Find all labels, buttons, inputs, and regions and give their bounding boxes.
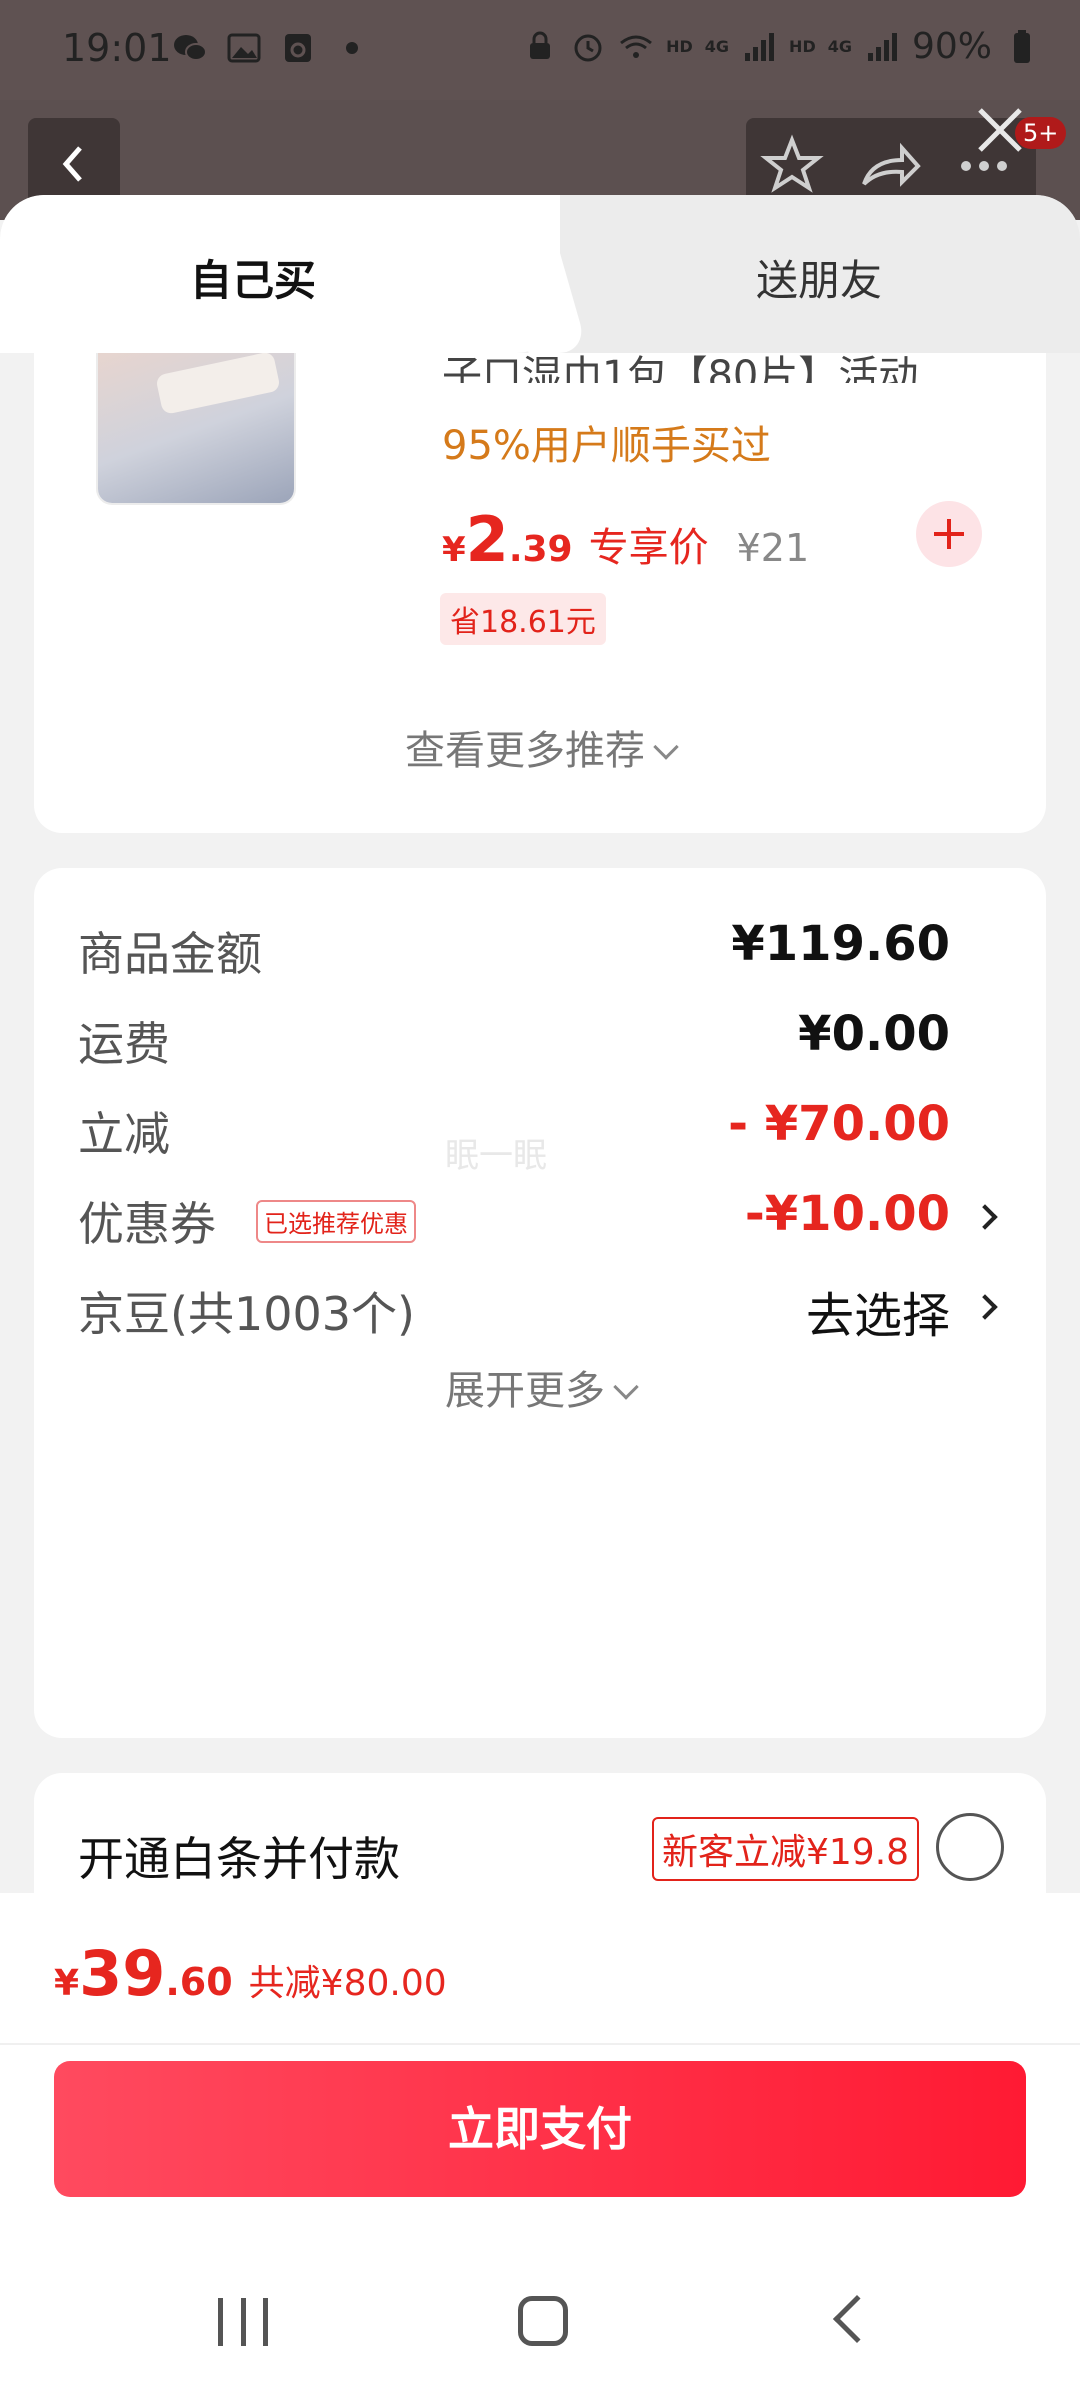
instant-discount-value: - ¥70.00 bbox=[728, 1096, 950, 1152]
expand-more-label: 展开更多 bbox=[445, 1368, 605, 1414]
expand-more[interactable]: 展开更多 bbox=[34, 1358, 1046, 1416]
total-decimal: .60 bbox=[165, 1960, 233, 2004]
back-icon[interactable] bbox=[832, 2294, 882, 2344]
battery-icon bbox=[1014, 29, 1030, 63]
goods-amount-label: 商品金额 bbox=[78, 927, 262, 981]
row-jingdou[interactable]: 京豆(共1003个) 去选择 bbox=[78, 1268, 1002, 1348]
total-currency: ¥ bbox=[54, 1963, 80, 2004]
more-notifications-dot bbox=[346, 42, 358, 54]
hd-label-2: HD bbox=[789, 37, 816, 56]
new-customer-discount-tag: 新客立减¥19.8 bbox=[652, 1817, 920, 1881]
row-shipping: 运费 ¥0.00 bbox=[78, 998, 1002, 1078]
calendar-icon bbox=[285, 34, 311, 62]
pay-now-button[interactable]: 立即支付 bbox=[54, 2061, 1026, 2197]
recent-apps-icon[interactable] bbox=[218, 2298, 268, 2346]
chevron-right-icon bbox=[972, 1204, 998, 1230]
total-saved: 共减¥80.00 bbox=[248, 1963, 447, 2004]
signal-icon bbox=[745, 32, 775, 61]
coupon-value: -¥10.00 bbox=[744, 1186, 950, 1242]
message-count-badge: 5+ bbox=[1015, 117, 1067, 149]
wechat-icon bbox=[174, 35, 207, 61]
recommendation-card: 子口湿巾1包【80片】活动… 95%用户顺手买过 ¥ 2 .39 专享价 ¥21… bbox=[34, 353, 1046, 833]
tab-buy-for-self[interactable]: 自己买 bbox=[190, 247, 316, 308]
status-bar: 19:01 HD 4G HD 4G 90% bbox=[0, 0, 1080, 100]
price-integer: 2 bbox=[465, 503, 509, 576]
status-time: 19:01 bbox=[62, 26, 172, 70]
gallery-icon bbox=[227, 33, 261, 63]
view-more-label: 查看更多推荐 bbox=[405, 728, 645, 774]
navigation-bar bbox=[0, 2240, 1080, 2400]
price-decimal: .39 bbox=[508, 529, 573, 570]
jingdou-label: 京豆(共1003个) bbox=[78, 1287, 415, 1341]
chevron-right-icon bbox=[972, 1294, 998, 1320]
hd-label: HD bbox=[666, 37, 693, 56]
instant-discount-label: 立减 bbox=[78, 1107, 170, 1161]
shipping-label: 运费 bbox=[78, 1017, 170, 1071]
row-goods-amount: 商品金额 ¥119.60 bbox=[78, 908, 1002, 988]
wifi-icon bbox=[620, 35, 653, 58]
home-icon[interactable] bbox=[518, 2296, 568, 2346]
original-price: ¥21 bbox=[736, 526, 810, 570]
battery-percent: 90% bbox=[911, 26, 992, 67]
total-price: ¥ 39 .60 共减¥80.00 bbox=[54, 1937, 447, 2010]
tab-send-to-friend[interactable]: 送朋友 bbox=[756, 247, 882, 308]
product-image[interactable] bbox=[96, 353, 296, 505]
baitiao-label: 开通白条并付款 bbox=[78, 1832, 400, 1886]
chevron-down-icon bbox=[653, 734, 679, 760]
divider bbox=[0, 2043, 1080, 2045]
row-coupon[interactable]: 优惠券 已选推荐优惠 -¥10.00 bbox=[78, 1178, 1002, 1258]
signal-icon-2 bbox=[867, 32, 897, 61]
add-product-button[interactable] bbox=[916, 501, 982, 567]
chevron-down-icon bbox=[613, 1374, 639, 1400]
network-label-2: 4G bbox=[827, 37, 852, 56]
lock-rotation-icon bbox=[530, 31, 551, 59]
price-summary-card: 商品金额 ¥119.60 运费 ¥0.00 立减 - ¥70.00 优惠券 已选… bbox=[34, 868, 1046, 1738]
network-label: 4G bbox=[704, 37, 730, 56]
coupon-selected-tag: 已选推荐优惠 bbox=[256, 1200, 416, 1243]
shipping-value: ¥0.00 bbox=[798, 1006, 950, 1062]
alarm-icon bbox=[574, 34, 602, 61]
price-currency: ¥ bbox=[442, 530, 466, 570]
jingdou-select: 去选择 bbox=[805, 1288, 950, 1344]
savings-tag: 省18.61元 bbox=[440, 593, 606, 645]
notification-icons bbox=[172, 30, 358, 66]
total-integer: 39 bbox=[79, 1937, 166, 2010]
buy-mode-tabs: 自己买 送朋友 bbox=[0, 195, 1080, 353]
system-icons: HD 4G HD 4G 90% bbox=[522, 26, 1040, 67]
view-more-recommendations[interactable]: 查看更多推荐 bbox=[34, 718, 1046, 776]
product-price: ¥ 2 .39 专享价 ¥21 bbox=[442, 503, 809, 576]
bought-together-text: 95%用户顺手买过 bbox=[442, 423, 771, 469]
exclusive-price-label: 专享价 bbox=[588, 525, 709, 571]
goods-amount-value: ¥119.60 bbox=[731, 916, 950, 972]
product-title[interactable]: 子口湿巾1包【80片】活动… bbox=[442, 343, 1002, 383]
watermark-text: 眠一眠 bbox=[445, 1136, 547, 1176]
baitiao-radio[interactable] bbox=[936, 1813, 1004, 1881]
coupon-label: 优惠券 bbox=[78, 1197, 216, 1251]
